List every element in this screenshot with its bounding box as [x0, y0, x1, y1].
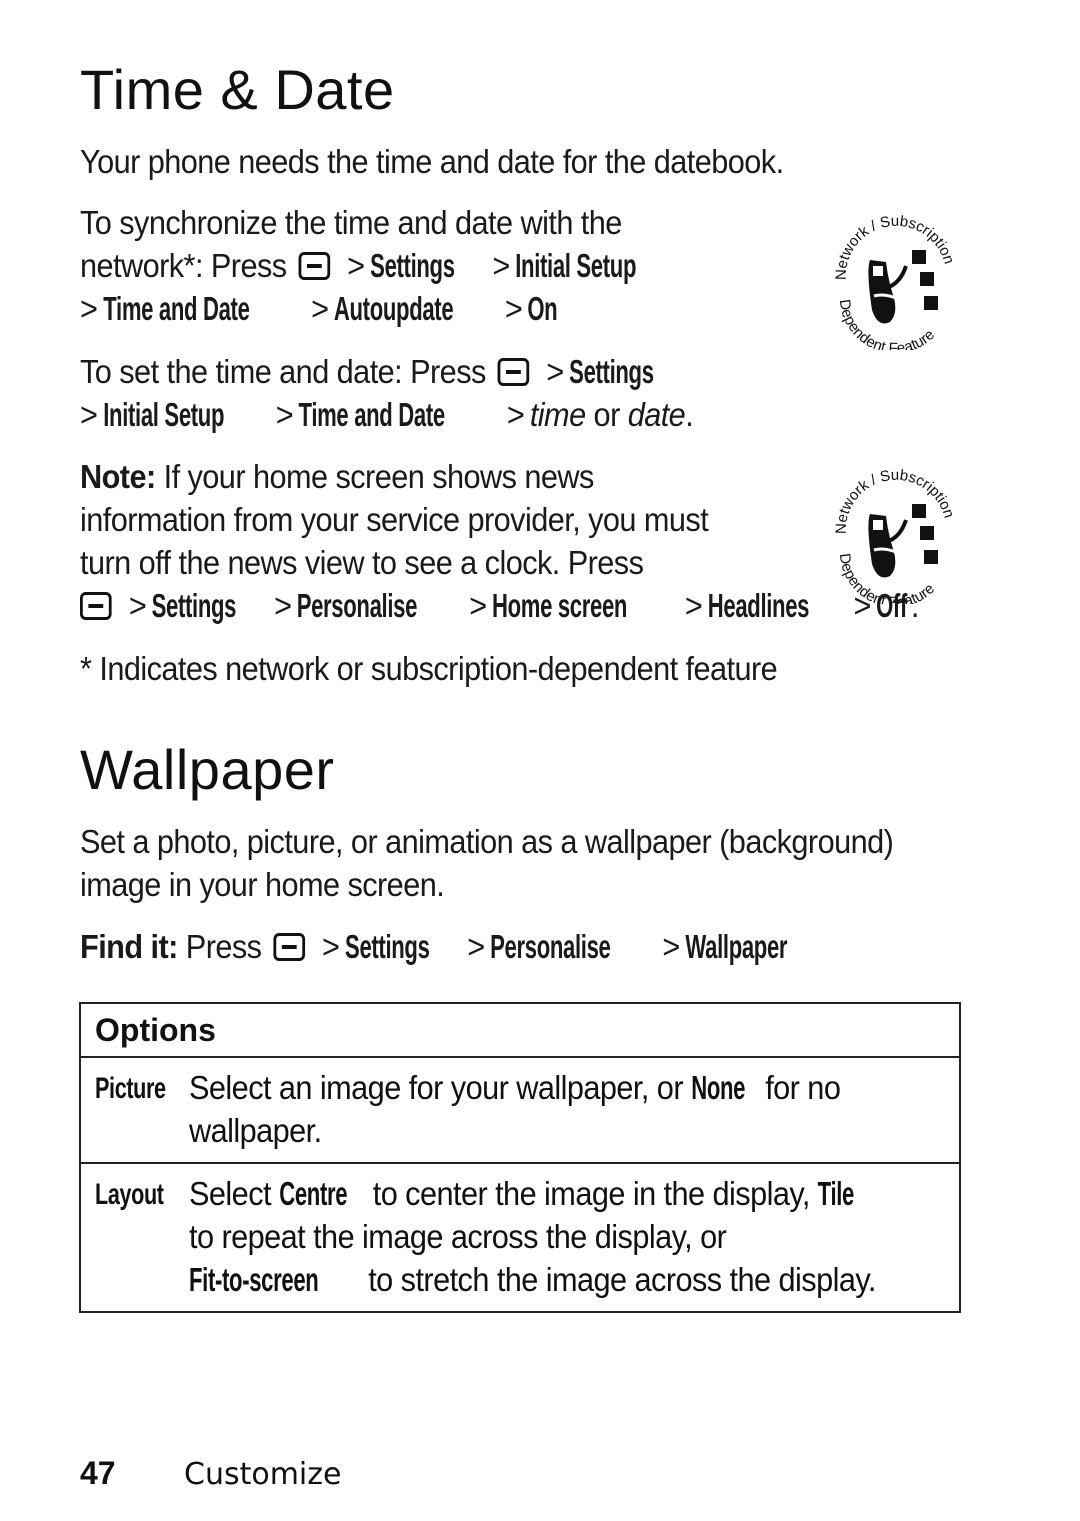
- sync-lead-line-2: network*: Press: [80, 247, 287, 284]
- menu-item-autoupdate: Autoupdate: [334, 290, 454, 327]
- menu-item-settings: Settings: [344, 928, 430, 965]
- period: .: [685, 396, 694, 433]
- value-none: None: [690, 1069, 745, 1106]
- wallpaper-intro: Set a photo, picture, or animation as a …: [80, 820, 894, 906]
- sync-instructions: To synchronize the time and date with th…: [80, 201, 675, 330]
- note-line-2: information from your service provider, …: [80, 501, 709, 538]
- menu-item-initial-setup: Initial Setup: [515, 247, 637, 284]
- option-time: time: [529, 396, 586, 433]
- options-table: Options Picture Select an image for your…: [79, 1002, 961, 1313]
- set-lead: To set the time and date: Press: [80, 353, 486, 390]
- svg-text:Network / Subscription: Network / Subscription: [833, 213, 958, 280]
- note-label: Note:: [80, 458, 156, 495]
- separator: >: [662, 928, 680, 965]
- menu-item-settings: Settings: [569, 353, 654, 390]
- wallpaper-intro-line-1: Set a photo, picture, or animation as a …: [80, 823, 894, 860]
- menu-item-personalise: Personalise: [490, 928, 611, 965]
- separator: >: [506, 396, 525, 433]
- network-subscription-dependent-feature-icon: Network / Subscription Dependent Feature: [833, 467, 958, 604]
- section-name: Customize: [184, 1457, 342, 1492]
- table-row: Picture Select an image for your wallpap…: [80, 1056, 960, 1163]
- menu-item-on: On: [527, 290, 558, 327]
- option-description: Select an image for your wallpaper, or N…: [189, 1056, 960, 1163]
- separator: >: [275, 396, 294, 433]
- separator: >: [347, 247, 365, 284]
- option-name: Layout: [80, 1162, 189, 1312]
- find-it: Find it: Press > Settings > Personalise > W…: [80, 925, 818, 968]
- find-it-lead: Press: [177, 928, 262, 965]
- value-centre: Centre: [278, 1175, 347, 1212]
- page-number: 47: [80, 1455, 116, 1491]
- menu-item-wallpaper: Wallpaper: [685, 928, 788, 965]
- menu-item-settings: Settings: [151, 587, 237, 624]
- menu-key-icon: [273, 933, 305, 961]
- option-name: Picture: [80, 1056, 189, 1163]
- menu-item-home-screen: Home screen: [492, 587, 628, 624]
- separator: >: [467, 928, 485, 965]
- option-date: date: [627, 396, 686, 433]
- menu-item-initial-setup: Initial Setup: [102, 396, 224, 433]
- set-time-instructions: To set the time and date: Press > Setting…: [80, 350, 694, 436]
- menu-key-icon: [298, 252, 330, 280]
- time-date-intro: Your phone needs the time and date for t…: [80, 143, 784, 180]
- separator: >: [311, 290, 329, 327]
- separator: >: [684, 587, 703, 624]
- section-title-time-date: Time & Date: [80, 58, 395, 121]
- network-subscription-dependent-feature-icon: Network / Subscription Dependent Feature: [833, 213, 958, 350]
- menu-item-time-and-date: Time and Date: [102, 290, 250, 327]
- or-text: or: [585, 396, 628, 433]
- wallpaper-intro-line-2: image in your home screen.: [80, 866, 445, 903]
- menu-key-icon: [80, 592, 112, 620]
- value-fit-to-screen: Fit-to-screen: [189, 1261, 319, 1298]
- footnote: * Indicates network or subscription-depe…: [80, 650, 778, 687]
- separator: >: [80, 290, 98, 327]
- menu-item-personalise: Personalise: [297, 587, 418, 624]
- note-block: Note: If your home screen shows news inf…: [80, 455, 919, 627]
- menu-item-settings: Settings: [370, 247, 455, 284]
- menu-item-headlines: Headlines: [707, 587, 810, 624]
- note-line-1: If your home screen shows news: [155, 458, 595, 495]
- menu-item-time-and-date: Time and Date: [298, 396, 446, 433]
- separator: >: [80, 396, 98, 433]
- svg-text:Network / Subscription: Network / Subscription: [833, 467, 958, 534]
- note-line-3: turn off the news view to see a clock. P…: [80, 544, 644, 581]
- option-description: Select Centre to center the image in the…: [189, 1162, 960, 1312]
- options-header-row: Options: [80, 1002, 960, 1057]
- separator: >: [128, 587, 147, 624]
- table-row: Layout Select Centre to center the image…: [80, 1162, 960, 1312]
- sync-lead-line-1: To synchronize the time and date with th…: [80, 204, 622, 241]
- separator: >: [274, 587, 292, 624]
- separator: >: [469, 587, 487, 624]
- separator: >: [546, 353, 564, 390]
- section-title-wallpaper: Wallpaper: [80, 738, 335, 801]
- find-it-label: Find it:: [80, 928, 178, 965]
- separator: >: [322, 928, 340, 965]
- value-tile: Tile: [817, 1175, 855, 1212]
- menu-key-icon: [497, 358, 530, 386]
- separator: >: [492, 247, 510, 284]
- separator: >: [504, 290, 523, 327]
- options-header: Options: [80, 1002, 960, 1057]
